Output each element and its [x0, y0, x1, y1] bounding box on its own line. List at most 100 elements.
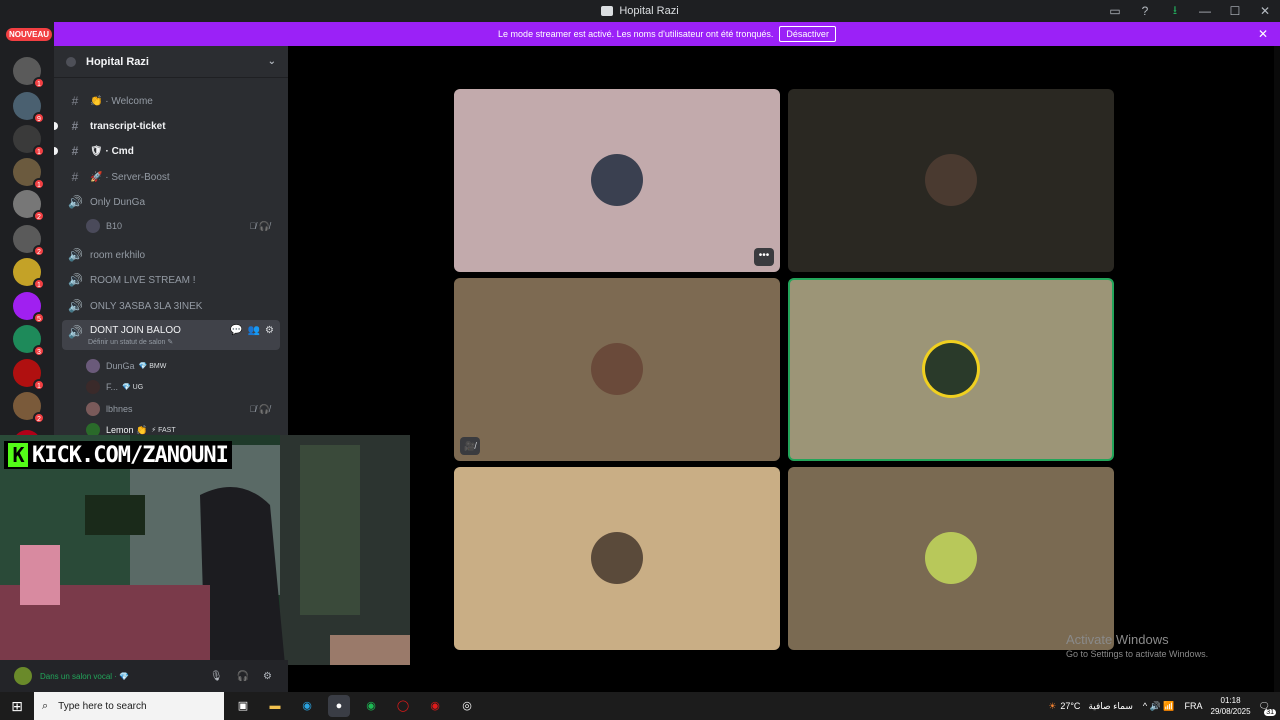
video-off-icon: 🎥̸ [460, 437, 480, 455]
gear-icon[interactable]: ⚙ [265, 325, 274, 336]
channel-transcript-ticket[interactable]: # transcript-ticket [62, 115, 280, 137]
voice-member[interactable]: lbhnes 🎙̸ 🎧̸ [86, 400, 276, 418]
weather-description[interactable]: سماء صافية [1088, 701, 1132, 712]
inbox-icon[interactable]: ▭ [1100, 4, 1130, 18]
avatar [86, 380, 100, 394]
server-icon[interactable]: 1 [13, 258, 45, 290]
server-icon[interactable]: 1 [13, 359, 45, 391]
streamer-mode-banner: Le mode streamer est activé. Les noms d'… [54, 22, 1280, 46]
file-explorer-icon[interactable]: ▬ [264, 695, 286, 717]
opera-icon[interactable]: ◯ [392, 695, 414, 717]
disable-streamer-button[interactable]: Désactiver [779, 26, 836, 42]
server-icon[interactable]: 1 [13, 57, 45, 89]
channel-cmd[interactable]: # 🛡 · Cmd [62, 140, 280, 162]
language-indicator[interactable]: FRA [1185, 701, 1203, 711]
watermark-subtitle: Go to Settings to activate Windows. [1066, 649, 1209, 659]
help-icon[interactable]: ? [1130, 4, 1160, 18]
window-title: Hopital Razi [619, 5, 679, 17]
guild-header[interactable]: Hopital Razi ⌄ [54, 46, 288, 78]
speaker-icon: 🔊 [68, 325, 83, 339]
maximize-button[interactable]: ☐ [1220, 4, 1250, 18]
notifications-icon[interactable]: 🗨 31 [1259, 701, 1276, 716]
voice-member[interactable]: DunGa 💎 BMW [86, 357, 276, 375]
participant-tile[interactable]: ••• [454, 89, 780, 272]
channel-welcome[interactable]: # 👏 · Welcome [62, 90, 280, 112]
edge-icon[interactable]: ◉ [296, 695, 318, 717]
server-icon[interactable]: 2 [13, 190, 45, 222]
participant-tile[interactable] [788, 278, 1114, 461]
participant-tile[interactable]: 🎥̸ [454, 278, 780, 461]
steam-icon[interactable]: ◎ [456, 695, 478, 717]
voice-channel-room-live-stream[interactable]: 🔊 ROOM LIVE STREAM ! [62, 269, 280, 291]
server-icon[interactable]: 9 [13, 92, 45, 124]
more-options-button[interactable]: ••• [754, 248, 774, 266]
streamer-webcam-overlay: K KICK.COM/ZANOUNI [0, 435, 410, 665]
banner-message: Le mode streamer est activé. Les noms d'… [498, 29, 774, 39]
server-icon[interactable]: 5 [13, 292, 45, 324]
app-icon[interactable]: ◉ [424, 695, 446, 717]
channel-label: ROOM LIVE STREAM ! [90, 274, 196, 286]
notification-count: 31 [1264, 708, 1276, 716]
participant-avatar [591, 154, 643, 206]
channel-label: transcript-ticket [90, 120, 166, 132]
taskbar-search[interactable]: ⌕ Type here to search [34, 692, 224, 720]
avatar[interactable] [14, 667, 32, 685]
server-icon[interactable]: 1 [13, 158, 45, 190]
channel-label: ONLY 3ASBA 3LA 3INEK [90, 300, 203, 312]
task-view-icon[interactable]: ▣ [232, 695, 254, 717]
spotify-icon[interactable]: ◉ [360, 695, 382, 717]
server-icon[interactable]: 3 [13, 325, 45, 357]
scrollbar[interactable] [1274, 46, 1280, 692]
invite-icon[interactable]: 👥 [248, 325, 260, 336]
channel-server-boost[interactable]: # 🚀 · Server-Boost [62, 166, 280, 188]
windows-start-icon[interactable]: ⊞ [0, 698, 34, 715]
participant-tile[interactable] [788, 467, 1114, 650]
voice-channel-only-3asba[interactable]: 🔊 ONLY 3ASBA 3LA 3INEK [62, 295, 280, 317]
tray-icons[interactable]: ^ 🔊 📶 [1143, 701, 1175, 712]
channel-status-hint[interactable]: Définir un statut de salon ✎ [88, 338, 173, 346]
server-icon[interactable]: 2 [13, 225, 45, 257]
channel-actions: 💬 👥 ⚙ [230, 325, 274, 336]
participant-tile[interactable] [788, 89, 1114, 272]
participant-avatar [925, 343, 977, 395]
microphone-icon[interactable]: 🎙 [210, 671, 223, 682]
close-window-button[interactable]: ✕ [1250, 4, 1280, 18]
avatar [86, 402, 100, 416]
server-icon[interactable]: 2 [13, 392, 45, 424]
voice-channel-room-erkhilo[interactable]: 🔊 room erkhilo [62, 244, 280, 266]
weather-icon[interactable]: ☀ [1048, 701, 1056, 712]
member-tag: 💎 UG [122, 384, 144, 391]
channel-label: Only DunGa [90, 196, 146, 208]
speaker-icon: 🔊 [68, 299, 83, 313]
chevron-down-icon[interactable]: ⌄ [268, 56, 276, 67]
chat-icon[interactable]: 💬 [230, 325, 242, 336]
voice-channel-only-dunga[interactable]: 🔊 Only DunGa [62, 191, 280, 213]
close-icon[interactable]: ✕ [1258, 27, 1268, 41]
speaker-icon: 🔊 [68, 195, 83, 209]
participant-tile[interactable] [454, 467, 780, 650]
avatar [86, 359, 100, 373]
weather-temp[interactable]: 27°C [1060, 701, 1080, 711]
server-icon[interactable]: 1 [13, 125, 45, 157]
search-icon: ⌕ [42, 699, 49, 712]
new-badge[interactable]: NOUVEAU [6, 28, 53, 41]
minimize-button[interactable]: — [1190, 4, 1220, 18]
hash-icon: # [71, 170, 79, 184]
window-controls: ▭ ? ⭳ — ☐ ✕ [1100, 0, 1280, 22]
participant-avatar [925, 154, 977, 206]
member-name: B10 [106, 221, 123, 231]
avatar [86, 219, 100, 233]
headphones-icon[interactable]: 🎧 [237, 671, 249, 682]
participant-avatar [591, 532, 643, 584]
discord-icon[interactable]: ● [328, 695, 350, 717]
mention-badge: 1 [33, 178, 45, 190]
clock[interactable]: 01:18 29/08/2025 [1211, 695, 1251, 717]
system-tray: ☀ 27°C سماء صافية ^ 🔊 📶 FRA 01:18 29/08/… [1048, 692, 1280, 720]
download-icon[interactable]: ⭳ [1160, 1, 1190, 22]
hash-icon: # [71, 94, 79, 108]
voice-channel-dont-join-baloo[interactable]: 🔊 DONT JOIN BALOO Définir un statut de s… [62, 320, 280, 350]
mention-badge: 5 [33, 312, 45, 324]
voice-member[interactable]: F... 💎 UG [86, 378, 276, 396]
voice-member[interactable]: B10 🎙̸ 🎧̸ [86, 217, 276, 235]
settings-gear-icon[interactable]: ⚙ [263, 671, 272, 682]
